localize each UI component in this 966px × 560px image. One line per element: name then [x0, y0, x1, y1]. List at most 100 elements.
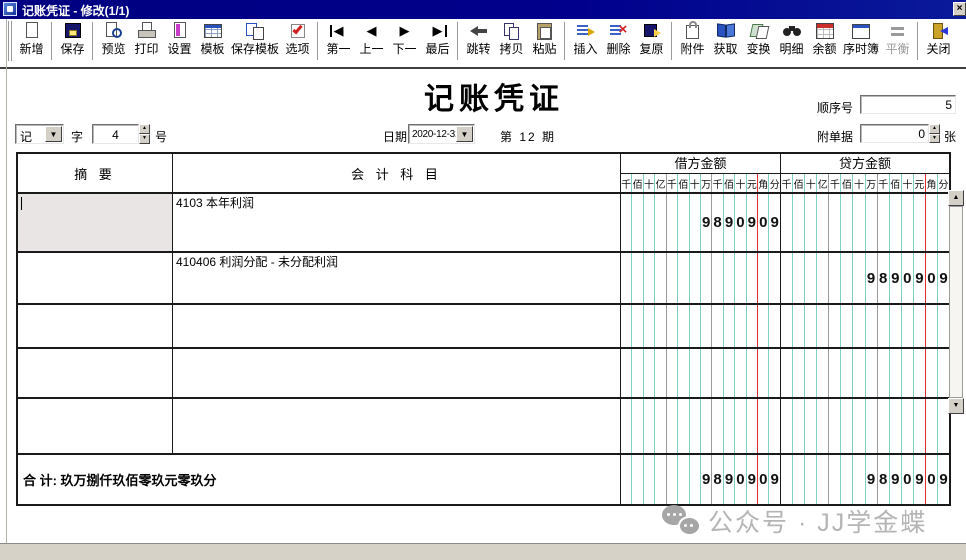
- summary-cell[interactable]: [18, 305, 173, 347]
- toolbar-save-button[interactable]: 保存: [56, 20, 89, 57]
- digit-slot: 0: [758, 455, 769, 504]
- account-cell[interactable]: [173, 349, 621, 397]
- paste-button[interactable]: 粘贴: [528, 20, 561, 57]
- credit-amount-cell[interactable]: [781, 399, 949, 453]
- toolbar-template-button[interactable]: 模板: [196, 20, 229, 57]
- vertical-scrollbar[interactable]: ▲ ▼: [948, 190, 964, 414]
- credit-amount-cell[interactable]: [781, 305, 949, 347]
- goto-button[interactable]: 跳转: [462, 20, 495, 57]
- toolbar-separator: [564, 22, 566, 60]
- toolbar-button-label: 上一: [360, 42, 384, 57]
- scroll-down-icon[interactable]: ▼: [948, 398, 964, 414]
- spin-down-icon[interactable]: ▼: [929, 134, 940, 144]
- restore-button[interactable]: 复原: [635, 20, 668, 57]
- account-cell[interactable]: 4103 本年利润: [173, 194, 621, 251]
- serial-input[interactable]: 5: [860, 95, 956, 114]
- digit-slot: [632, 455, 643, 504]
- toolbar-button-label: 拷贝: [500, 42, 524, 57]
- toolbar-settings-button[interactable]: 设置: [163, 20, 196, 57]
- credit-amount-cell[interactable]: [781, 194, 949, 251]
- digit-slot: [735, 349, 746, 397]
- convert-button[interactable]: 变换: [742, 20, 775, 57]
- toolbar-separator: [457, 22, 459, 60]
- debit-amount-cell[interactable]: [621, 399, 781, 453]
- dropdown-icon[interactable]: ▼: [456, 126, 473, 142]
- chat-bubble-icon: [678, 516, 701, 536]
- account-cell[interactable]: [173, 305, 621, 347]
- digit-slot: 万: [701, 174, 712, 192]
- debit-amount-cell[interactable]: [621, 305, 781, 347]
- debit-amount-cell[interactable]: [621, 349, 781, 397]
- date-select[interactable]: 2020-12-31 ▼: [408, 124, 475, 144]
- attachment-count-input[interactable]: 0: [860, 124, 929, 143]
- template-grid-icon: [201, 21, 225, 42]
- voucher-number-input[interactable]: 4: [92, 124, 139, 144]
- wechat-icon: [660, 503, 704, 539]
- print-preview-icon: [102, 21, 126, 42]
- digit-slot: [621, 305, 632, 347]
- credit-amount-cell[interactable]: 9890909: [781, 253, 949, 303]
- toolbar-save-template-button[interactable]: 保存模板: [229, 20, 281, 57]
- digit-slot: [853, 455, 865, 504]
- digit-slot: [621, 399, 632, 453]
- toolbar-new-button[interactable]: 新增: [15, 20, 48, 57]
- attachment-count-spinner[interactable]: ▲ ▼: [929, 124, 940, 143]
- nav-next-button[interactable]: ▶下一: [388, 20, 421, 57]
- spin-up-icon[interactable]: ▲: [929, 124, 940, 134]
- digit-slot: 9: [769, 455, 779, 504]
- digit-slot: [805, 305, 817, 347]
- digit-slot: [655, 455, 666, 504]
- copy-button[interactable]: 拷贝: [495, 20, 528, 57]
- toolbar-print-button[interactable]: 打印: [130, 20, 163, 57]
- journal-button[interactable]: 序时簿: [841, 20, 881, 57]
- digit-slot: [758, 399, 769, 453]
- debit-amount: [621, 349, 780, 397]
- account-cell[interactable]: [173, 399, 621, 453]
- digit-slot: [793, 305, 805, 347]
- spin-up-icon[interactable]: ▲: [139, 124, 150, 134]
- summary-cell[interactable]: [18, 194, 173, 251]
- debit-header: 借方金额 千佰十亿千佰十万千佰十元角分: [621, 154, 781, 192]
- toolbar-options-button[interactable]: 选项: [281, 20, 314, 57]
- text-caret: [21, 197, 22, 210]
- toolbar-grip[interactable]: [7, 21, 13, 61]
- attachment-button[interactable]: 附件: [676, 20, 709, 57]
- delete-row-button[interactable]: 删除: [602, 20, 635, 57]
- digit-slot: 元: [747, 174, 758, 192]
- scroll-up-icon[interactable]: ▲: [948, 190, 964, 206]
- balance-query-button[interactable]: 余额: [808, 20, 841, 57]
- credit-amount-cell[interactable]: [781, 349, 949, 397]
- toolbar-separator: [92, 22, 94, 60]
- nav-first-button[interactable]: ◀第一: [322, 20, 355, 57]
- toolbar-button-label: 保存模板: [231, 42, 279, 57]
- voucher-window: 记账凭证 - 修改(1/1) × 新增 保存 预览 打印 设置 模板 保存模板 …: [0, 0, 966, 560]
- fetch-button[interactable]: 获取: [709, 20, 742, 57]
- digit-slot: [817, 399, 829, 453]
- voucher-number-suffix-label: 号: [155, 128, 167, 145]
- digit-slot: [690, 194, 701, 251]
- nav-prev-button[interactable]: ◀上一: [355, 20, 388, 57]
- debit-amount-cell[interactable]: 9890909: [621, 194, 781, 251]
- spin-down-icon[interactable]: ▼: [139, 134, 150, 144]
- close-voucher-button[interactable]: 关闭: [922, 20, 955, 57]
- summary-cell[interactable]: [18, 399, 173, 453]
- voucher-word-select[interactable]: 记 ▼: [15, 124, 64, 144]
- account-cell[interactable]: 410406 利润分配 - 未分配利润: [173, 253, 621, 303]
- close-window-button[interactable]: ×: [953, 2, 966, 16]
- toolbar-button-label: 粘贴: [533, 42, 557, 57]
- debit-amount-cell[interactable]: [621, 253, 781, 303]
- scrollbar-track[interactable]: [949, 206, 963, 398]
- nav-last-button[interactable]: ▶最后: [421, 20, 454, 57]
- toolbar-preview-button[interactable]: 预览: [97, 20, 130, 57]
- digit-slot: 千: [621, 174, 632, 192]
- dropdown-icon[interactable]: ▼: [45, 126, 62, 142]
- digit-slot: [805, 253, 817, 303]
- digit-slot: [781, 194, 793, 251]
- voucher-number-spinner[interactable]: ▲ ▼: [139, 124, 150, 144]
- summary-cell[interactable]: [18, 349, 173, 397]
- summary-cell[interactable]: [18, 253, 173, 303]
- digit-slot: 佰: [841, 174, 853, 192]
- detail-button[interactable]: 明细: [775, 20, 808, 57]
- digit-slot: [701, 253, 712, 303]
- insert-row-button[interactable]: 插入: [569, 20, 602, 57]
